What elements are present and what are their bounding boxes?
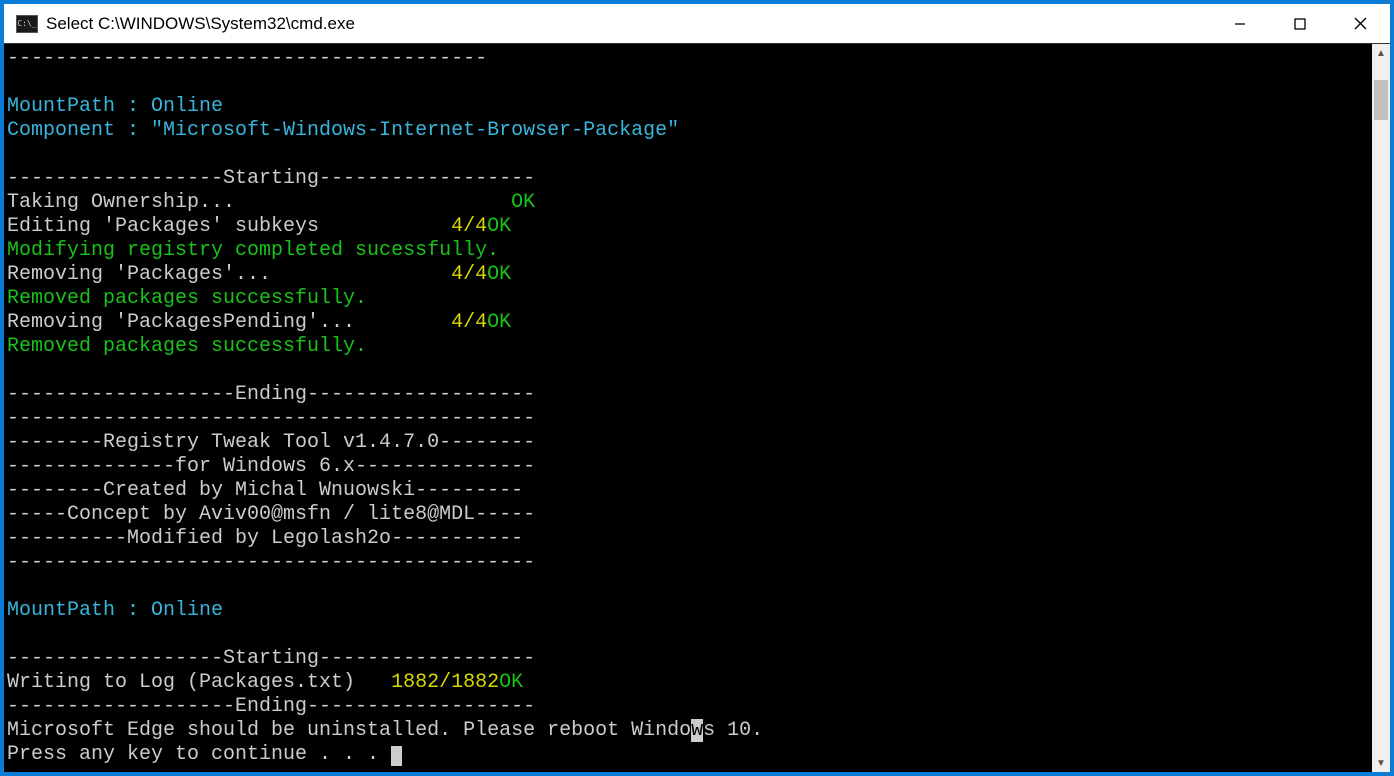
scroll-thumb[interactable]: [1374, 80, 1388, 120]
terminal-line: MountPath : Online: [7, 599, 1372, 623]
close-button[interactable]: [1330, 4, 1390, 44]
terminal-line: Press any key to continue . . .: [7, 743, 1372, 767]
text-cursor: [391, 746, 402, 766]
terminal-line: ------------------Starting--------------…: [7, 167, 1372, 191]
vertical-scrollbar[interactable]: ▲ ▼: [1372, 44, 1390, 772]
terminal-line: [7, 143, 1372, 167]
terminal-line: ----------------------------------------: [7, 47, 1372, 71]
terminal-line: ----------Modified by Legolash2o--------…: [7, 527, 1372, 551]
terminal-output[interactable]: ----------------------------------------…: [4, 44, 1372, 772]
terminal-line: [7, 575, 1372, 599]
scroll-down-button[interactable]: ▼: [1372, 754, 1390, 772]
terminal-line: --------Created by Michal Wnuowski------…: [7, 479, 1372, 503]
window-title: Select C:\WINDOWS\System32\cmd.exe: [46, 14, 355, 34]
terminal-line: Microsoft Edge should be uninstalled. Pl…: [7, 719, 1372, 743]
terminal-line: [7, 359, 1372, 383]
titlebar[interactable]: C:\_ Select C:\WINDOWS\System32\cmd.exe: [4, 4, 1390, 44]
terminal-line: -----Concept by Aviv00@msfn / lite8@MDL-…: [7, 503, 1372, 527]
terminal-line: [7, 623, 1372, 647]
terminal-line: Taking Ownership... OK: [7, 191, 1372, 215]
terminal-line: -------------------Ending---------------…: [7, 695, 1372, 719]
terminal-line: --------------for Windows 6.x-----------…: [7, 455, 1372, 479]
terminal-line: Removing 'Packages'... 4/4OK: [7, 263, 1372, 287]
maximize-button[interactable]: [1270, 4, 1330, 44]
terminal-line: Component : "Microsoft-Windows-Internet-…: [7, 119, 1372, 143]
terminal-line: Writing to Log (Packages.txt) 1882/1882O…: [7, 671, 1372, 695]
minimize-button[interactable]: [1210, 4, 1270, 44]
terminal-line: Editing 'Packages' subkeys 4/4OK: [7, 215, 1372, 239]
terminal-line: Removing 'PackagesPending'... 4/4OK: [7, 311, 1372, 335]
cmd-icon: C:\_: [16, 15, 38, 33]
scroll-track[interactable]: [1372, 62, 1390, 754]
terminal-line: ----------------------------------------…: [7, 551, 1372, 575]
terminal-line: MountPath : Online: [7, 95, 1372, 119]
scroll-up-button[interactable]: ▲: [1372, 44, 1390, 62]
cmd-window: C:\_ Select C:\WINDOWS\System32\cmd.exe …: [4, 4, 1390, 772]
terminal-line: ------------------Starting--------------…: [7, 647, 1372, 671]
terminal-line: [7, 71, 1372, 95]
terminal-line: -------------------Ending---------------…: [7, 383, 1372, 407]
terminal-line: Modifying registry completed sucessfully…: [7, 239, 1372, 263]
terminal-line: Removed packages successfully.: [7, 287, 1372, 311]
terminal-line: --------Registry Tweak Tool v1.4.7.0----…: [7, 431, 1372, 455]
terminal-line: ----------------------------------------…: [7, 407, 1372, 431]
terminal-line: Removed packages successfully.: [7, 335, 1372, 359]
